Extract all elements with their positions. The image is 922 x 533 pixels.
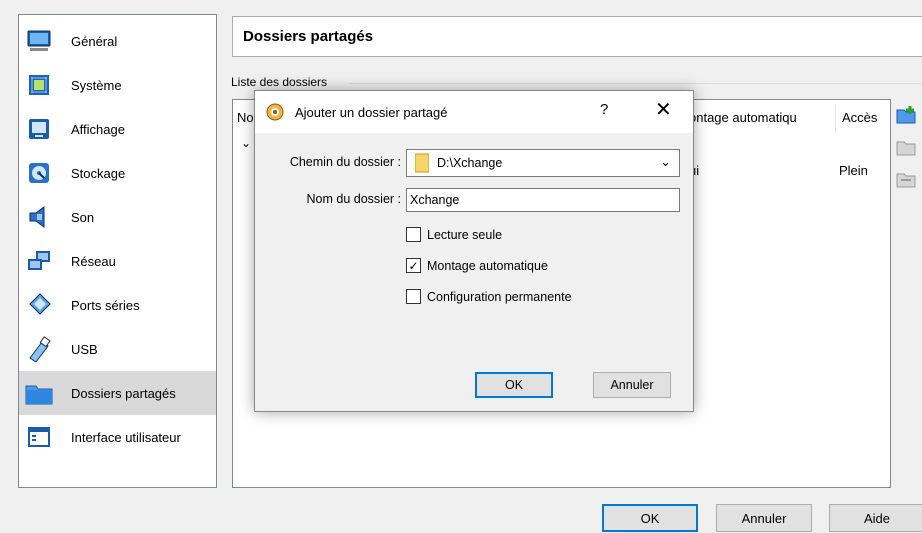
sidebar-item-label: Son [71, 209, 95, 225]
sidebar-item-label: USB [71, 341, 98, 357]
dialog-titlebar: Ajouter un dossier partagé ? ✕ [255, 91, 693, 133]
usb-icon [25, 335, 53, 363]
folder-icon [415, 153, 429, 173]
dialog-ok-button[interactable]: OK [475, 372, 553, 398]
checkbox-label: Montage automatique [427, 258, 548, 273]
chip-icon [25, 71, 53, 99]
read-only-checkbox[interactable] [406, 227, 421, 242]
dialog-title: Ajouter un dossier partagé [295, 104, 448, 120]
group-divider [349, 83, 922, 84]
permanent-checkbox-row[interactable]: Configuration permanente [406, 289, 572, 304]
folder-path-label: Chemin du dossier : [289, 155, 401, 169]
permanent-checkbox[interactable] [406, 289, 421, 304]
sidebar-item-label: Système [71, 77, 122, 93]
folder-toolbar [896, 105, 918, 201]
remove-folder-icon[interactable] [896, 169, 916, 189]
window-icon [25, 423, 53, 451]
edit-folder-icon[interactable] [896, 137, 916, 157]
sidebar-item-usb[interactable]: USB [19, 327, 216, 371]
virtualbox-icon [265, 102, 285, 122]
folder-name-input[interactable]: Xchange [406, 188, 680, 212]
sidebar-item-sound[interactable]: Son [19, 195, 216, 239]
settings-sidebar: Général Système Affichage Stockage Son R… [18, 14, 217, 488]
row-access-cell: Plein [839, 163, 868, 178]
sidebar-item-label: Interface utilisateur [71, 429, 181, 445]
column-divider[interactable] [835, 104, 836, 132]
sidebar-item-label: Stockage [71, 165, 126, 181]
auto-mount-checkbox-row[interactable]: ✓ Montage automatique [406, 258, 548, 273]
close-icon[interactable]: ✕ [655, 97, 672, 122]
folder-list-label: Liste des dossiers [231, 75, 328, 89]
checkbox-label: Configuration permanente [427, 289, 572, 304]
folder-path-value: D:\Xchange [437, 156, 503, 170]
column-header-name[interactable]: No [237, 110, 254, 125]
sidebar-item-general[interactable]: Général [19, 19, 216, 63]
folder-name-label: Nom du dossier : [306, 192, 401, 206]
dialog-cancel-button[interactable]: Annuler [593, 372, 671, 398]
sidebar-item-system[interactable]: Système [19, 63, 216, 107]
serial-port-icon [25, 291, 53, 319]
sidebar-item-label: Général [71, 33, 118, 49]
sidebar-item-label: Ports séries [71, 297, 140, 313]
cancel-button[interactable]: Annuler [716, 504, 812, 532]
sidebar-item-label: Réseau [71, 253, 116, 269]
sidebar-item-display[interactable]: Affichage [19, 107, 216, 151]
sidebar-item-network[interactable]: Réseau [19, 239, 216, 283]
folder-icon [25, 379, 53, 407]
help-button[interactable]: Aide [829, 504, 922, 532]
folder-path-combo[interactable]: D:\Xchange ⌄ [406, 149, 680, 177]
chevron-down-icon[interactable]: ⌄ [241, 136, 251, 150]
ok-button[interactable]: OK [602, 504, 698, 532]
sidebar-item-user-interface[interactable]: Interface utilisateur [19, 415, 216, 459]
read-only-checkbox-row[interactable]: Lecture seule [406, 227, 502, 242]
disk-icon [25, 159, 53, 187]
help-icon[interactable]: ? [600, 101, 608, 118]
column-header-access[interactable]: Accès [842, 110, 877, 125]
sidebar-item-label: Affichage [71, 121, 125, 137]
display-icon [25, 115, 53, 143]
sidebar-item-serial-ports[interactable]: Ports séries [19, 283, 216, 327]
monitor-icon [25, 27, 53, 55]
page-title: Dossiers partagés [232, 16, 922, 57]
column-header-mount[interactable]: ontage automatiqu [689, 110, 797, 125]
auto-mount-checkbox[interactable]: ✓ [406, 258, 421, 273]
sidebar-item-shared-folders[interactable]: Dossiers partagés [19, 371, 216, 415]
sidebar-item-storage[interactable]: Stockage [19, 151, 216, 195]
speaker-icon [25, 203, 53, 231]
add-folder-icon[interactable] [896, 105, 916, 125]
chevron-down-icon[interactable]: ⌄ [660, 154, 671, 170]
sidebar-item-label: Dossiers partagés [71, 385, 176, 401]
checkbox-label: Lecture seule [427, 227, 503, 242]
network-icon [25, 247, 53, 275]
add-shared-folder-dialog: Ajouter un dossier partagé ? ✕ Chemin du… [254, 90, 694, 412]
